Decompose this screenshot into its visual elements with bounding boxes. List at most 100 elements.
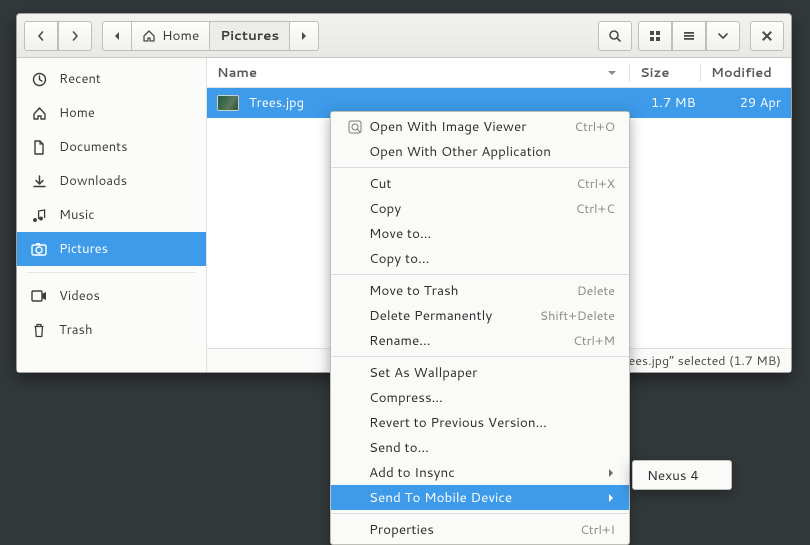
grid-icon [648, 29, 662, 43]
sidebar-separator [27, 272, 196, 273]
menu-item-accel: Delete [577, 282, 615, 300]
forward-button[interactable] [58, 21, 92, 51]
submenu-arrow-icon [607, 468, 615, 478]
menu-item-label: Delete Permanently [369, 306, 540, 325]
sidebar-item-music[interactable]: Music [17, 198, 206, 232]
menu-item-label: Copy to… [369, 249, 615, 268]
menu-item[interactable]: Open With Other Application [331, 139, 629, 164]
submenu-arrow-icon [607, 493, 615, 503]
back-button[interactable] [24, 21, 58, 51]
column-header-size[interactable]: Size [630, 64, 700, 82]
menu-item[interactable]: Copy to… [331, 246, 629, 271]
column-headers: Name Size Modified [207, 58, 791, 88]
submenu: Nexus 4 [632, 460, 732, 490]
sidebar-item-label: Music [59, 206, 95, 224]
menu-item[interactable]: PropertiesCtrl+I [331, 517, 629, 542]
list-icon [682, 29, 696, 43]
sidebar-item-pictures[interactable]: Pictures [17, 232, 206, 266]
nav-buttons [24, 21, 92, 51]
menu-item-label: Compress… [369, 388, 615, 407]
sidebar-item-label: Trash [59, 321, 93, 339]
menu-item-label: Send to… [369, 438, 615, 457]
chevron-left-icon [34, 29, 48, 43]
image-viewer-icon [345, 120, 365, 134]
sidebar-item-videos[interactable]: Videos [17, 279, 206, 313]
trash-icon [31, 323, 47, 338]
path-segment-home[interactable]: Home [131, 21, 210, 51]
sidebar-item-label: Videos [59, 287, 100, 305]
menu-item[interactable]: Revert to Previous Version… [331, 410, 629, 435]
sidebar-item-label: Downloads [59, 172, 127, 190]
menu-item[interactable]: Compress… [331, 385, 629, 410]
menu-item-label: Move to… [369, 224, 615, 243]
menu-item-label: Cut [369, 174, 576, 193]
menu-item-label: Move to Trash [369, 281, 577, 300]
column-header-name-label: Name [217, 64, 257, 82]
menu-item[interactable]: CutCtrl+X [331, 171, 629, 196]
menu-item[interactable]: Open With Image ViewerCtrl+O [331, 114, 629, 139]
search-icon [608, 29, 622, 43]
view-menu-button[interactable] [706, 21, 740, 51]
sort-desc-icon [605, 66, 619, 80]
column-header-size-label: Size [640, 64, 669, 82]
menu-item-label: Open With Other Application [369, 142, 615, 161]
menu-item[interactable]: CopyCtrl+C [331, 196, 629, 221]
sidebar-item-label: Recent [59, 70, 101, 88]
sidebar: Recent Home Documents Downloads Music Picture… [17, 58, 207, 372]
menu-item[interactable]: Delete PermanentlyShift+Delete [331, 303, 629, 328]
search-button[interactable] [598, 21, 632, 51]
file-modified: 29 Apr [711, 94, 781, 112]
menu-item-label: Revert to Previous Version… [369, 413, 615, 432]
menu-item-accel: Ctrl+O [574, 118, 615, 136]
menu-item-accel: Ctrl+I [580, 521, 615, 539]
menu-item[interactable]: Move to… [331, 221, 629, 246]
submenu-item-label: Nexus 4 [647, 466, 717, 485]
menu-item-label: Open With Image Viewer [369, 117, 574, 136]
menu-separator [331, 167, 629, 168]
path-prev-button[interactable] [102, 21, 132, 51]
sidebar-item-trash[interactable]: Trash [17, 313, 206, 347]
menu-item-label: Set As Wallpaper [369, 363, 615, 382]
close-window-button[interactable] [750, 21, 784, 51]
video-icon [31, 290, 47, 302]
menu-item[interactable]: Add to Insync [331, 460, 629, 485]
menu-item[interactable]: Send To Mobile Device [331, 485, 629, 510]
column-header-modified-label: Modified [711, 64, 772, 82]
sidebar-item-documents[interactable]: Documents [17, 130, 206, 164]
caret-right-icon [297, 29, 311, 43]
menu-separator [331, 513, 629, 514]
chevron-down-icon [716, 29, 730, 43]
menu-item-accel: Ctrl+M [573, 332, 615, 350]
close-icon [761, 30, 773, 42]
home-icon [142, 29, 156, 43]
submenu-item[interactable]: Nexus 4 [633, 463, 731, 487]
sidebar-item-downloads[interactable]: Downloads [17, 164, 206, 198]
menu-item[interactable]: Rename…Ctrl+M [331, 328, 629, 353]
status-text: “Trees.jpg” selected (1.7 MB) [611, 352, 781, 370]
menu-separator [331, 274, 629, 275]
file-size: 1.7 MB [651, 94, 711, 112]
menu-item[interactable]: Send to… [331, 435, 629, 460]
path-segment-current[interactable]: Pictures [209, 21, 290, 51]
menu-item-accel: Shift+Delete [540, 307, 615, 325]
path-home-label: Home [162, 26, 199, 45]
menu-item-accel: Ctrl+C [576, 200, 615, 218]
home-icon [31, 106, 47, 121]
list-view-button[interactable] [672, 21, 706, 51]
sidebar-item-home[interactable]: Home [17, 96, 206, 130]
menu-item[interactable]: Move to TrashDelete [331, 278, 629, 303]
context-menu: Open With Image ViewerCtrl+O Open With Ot… [330, 111, 630, 545]
sidebar-item-label: Home [59, 104, 95, 122]
menu-item-label: Copy [369, 199, 576, 218]
column-header-name[interactable]: Name [207, 64, 629, 82]
chevron-right-icon [68, 29, 82, 43]
menu-item[interactable]: Set As Wallpaper [331, 360, 629, 385]
sidebar-item-recent[interactable]: Recent [17, 62, 206, 96]
headerbar: Home Pictures [17, 14, 791, 58]
path-current-label: Pictures [220, 26, 279, 45]
menu-item-label: Send To Mobile Device [369, 488, 607, 507]
grid-view-button[interactable] [638, 21, 672, 51]
download-icon [31, 174, 47, 189]
column-header-modified[interactable]: Modified [701, 64, 791, 82]
path-next-button[interactable] [289, 21, 319, 51]
